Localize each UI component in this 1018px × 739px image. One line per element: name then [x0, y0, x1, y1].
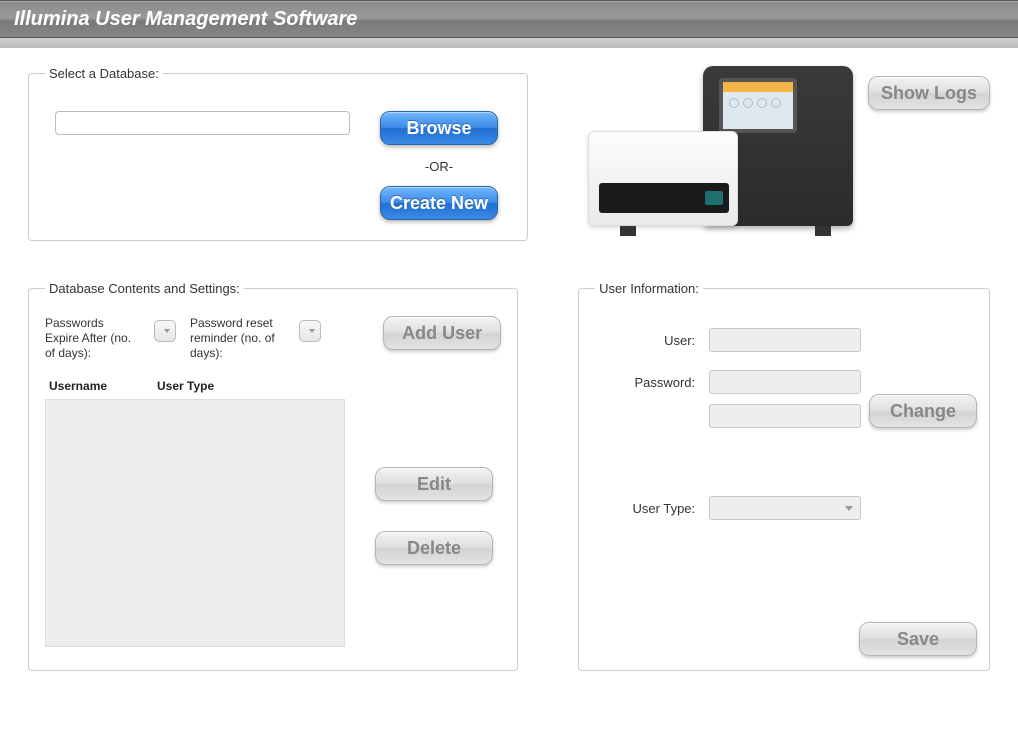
select-database-panel: Select a Database: Browse -OR- Create Ne…: [28, 66, 528, 241]
password-label: Password:: [595, 375, 695, 390]
edit-button[interactable]: Edit: [375, 467, 493, 501]
user-label: User:: [595, 333, 695, 348]
or-label: -OR-: [425, 159, 453, 174]
show-logs-button[interactable]: Show Logs: [868, 76, 990, 110]
delete-button[interactable]: Delete: [375, 531, 493, 565]
column-header-username: Username: [49, 379, 157, 393]
app-title: Illumina User Management Software: [0, 1, 1018, 37]
user-information-legend: User Information:: [595, 281, 703, 296]
create-new-button[interactable]: Create New: [380, 186, 498, 220]
password-reminder-select[interactable]: [299, 320, 321, 342]
add-user-button[interactable]: Add User: [383, 316, 501, 350]
instrument-image: [588, 66, 853, 236]
database-contents-legend: Database Contents and Settings:: [45, 281, 244, 296]
database-path-input[interactable]: [55, 111, 350, 135]
database-contents-panel: Database Contents and Settings: Password…: [28, 281, 518, 671]
user-list[interactable]: [45, 399, 345, 647]
password-field[interactable]: [709, 370, 861, 394]
user-type-label: User Type:: [595, 501, 695, 516]
user-field[interactable]: [709, 328, 861, 352]
select-database-legend: Select a Database:: [45, 66, 163, 81]
save-button[interactable]: Save: [859, 622, 977, 656]
column-header-usertype: User Type: [157, 379, 277, 393]
subheader-bar: [0, 38, 1018, 48]
password-confirm-field[interactable]: [709, 404, 861, 428]
password-reminder-label: Password reset reminder (no. of days):: [190, 316, 285, 361]
browse-button[interactable]: Browse: [380, 111, 498, 145]
change-button[interactable]: Change: [869, 394, 977, 428]
user-information-panel: User Information: User: Password: Change…: [578, 281, 990, 671]
user-type-select[interactable]: [709, 496, 861, 520]
password-expire-label: Passwords Expire After (no. of days):: [45, 316, 140, 361]
password-expire-select[interactable]: [154, 320, 176, 342]
